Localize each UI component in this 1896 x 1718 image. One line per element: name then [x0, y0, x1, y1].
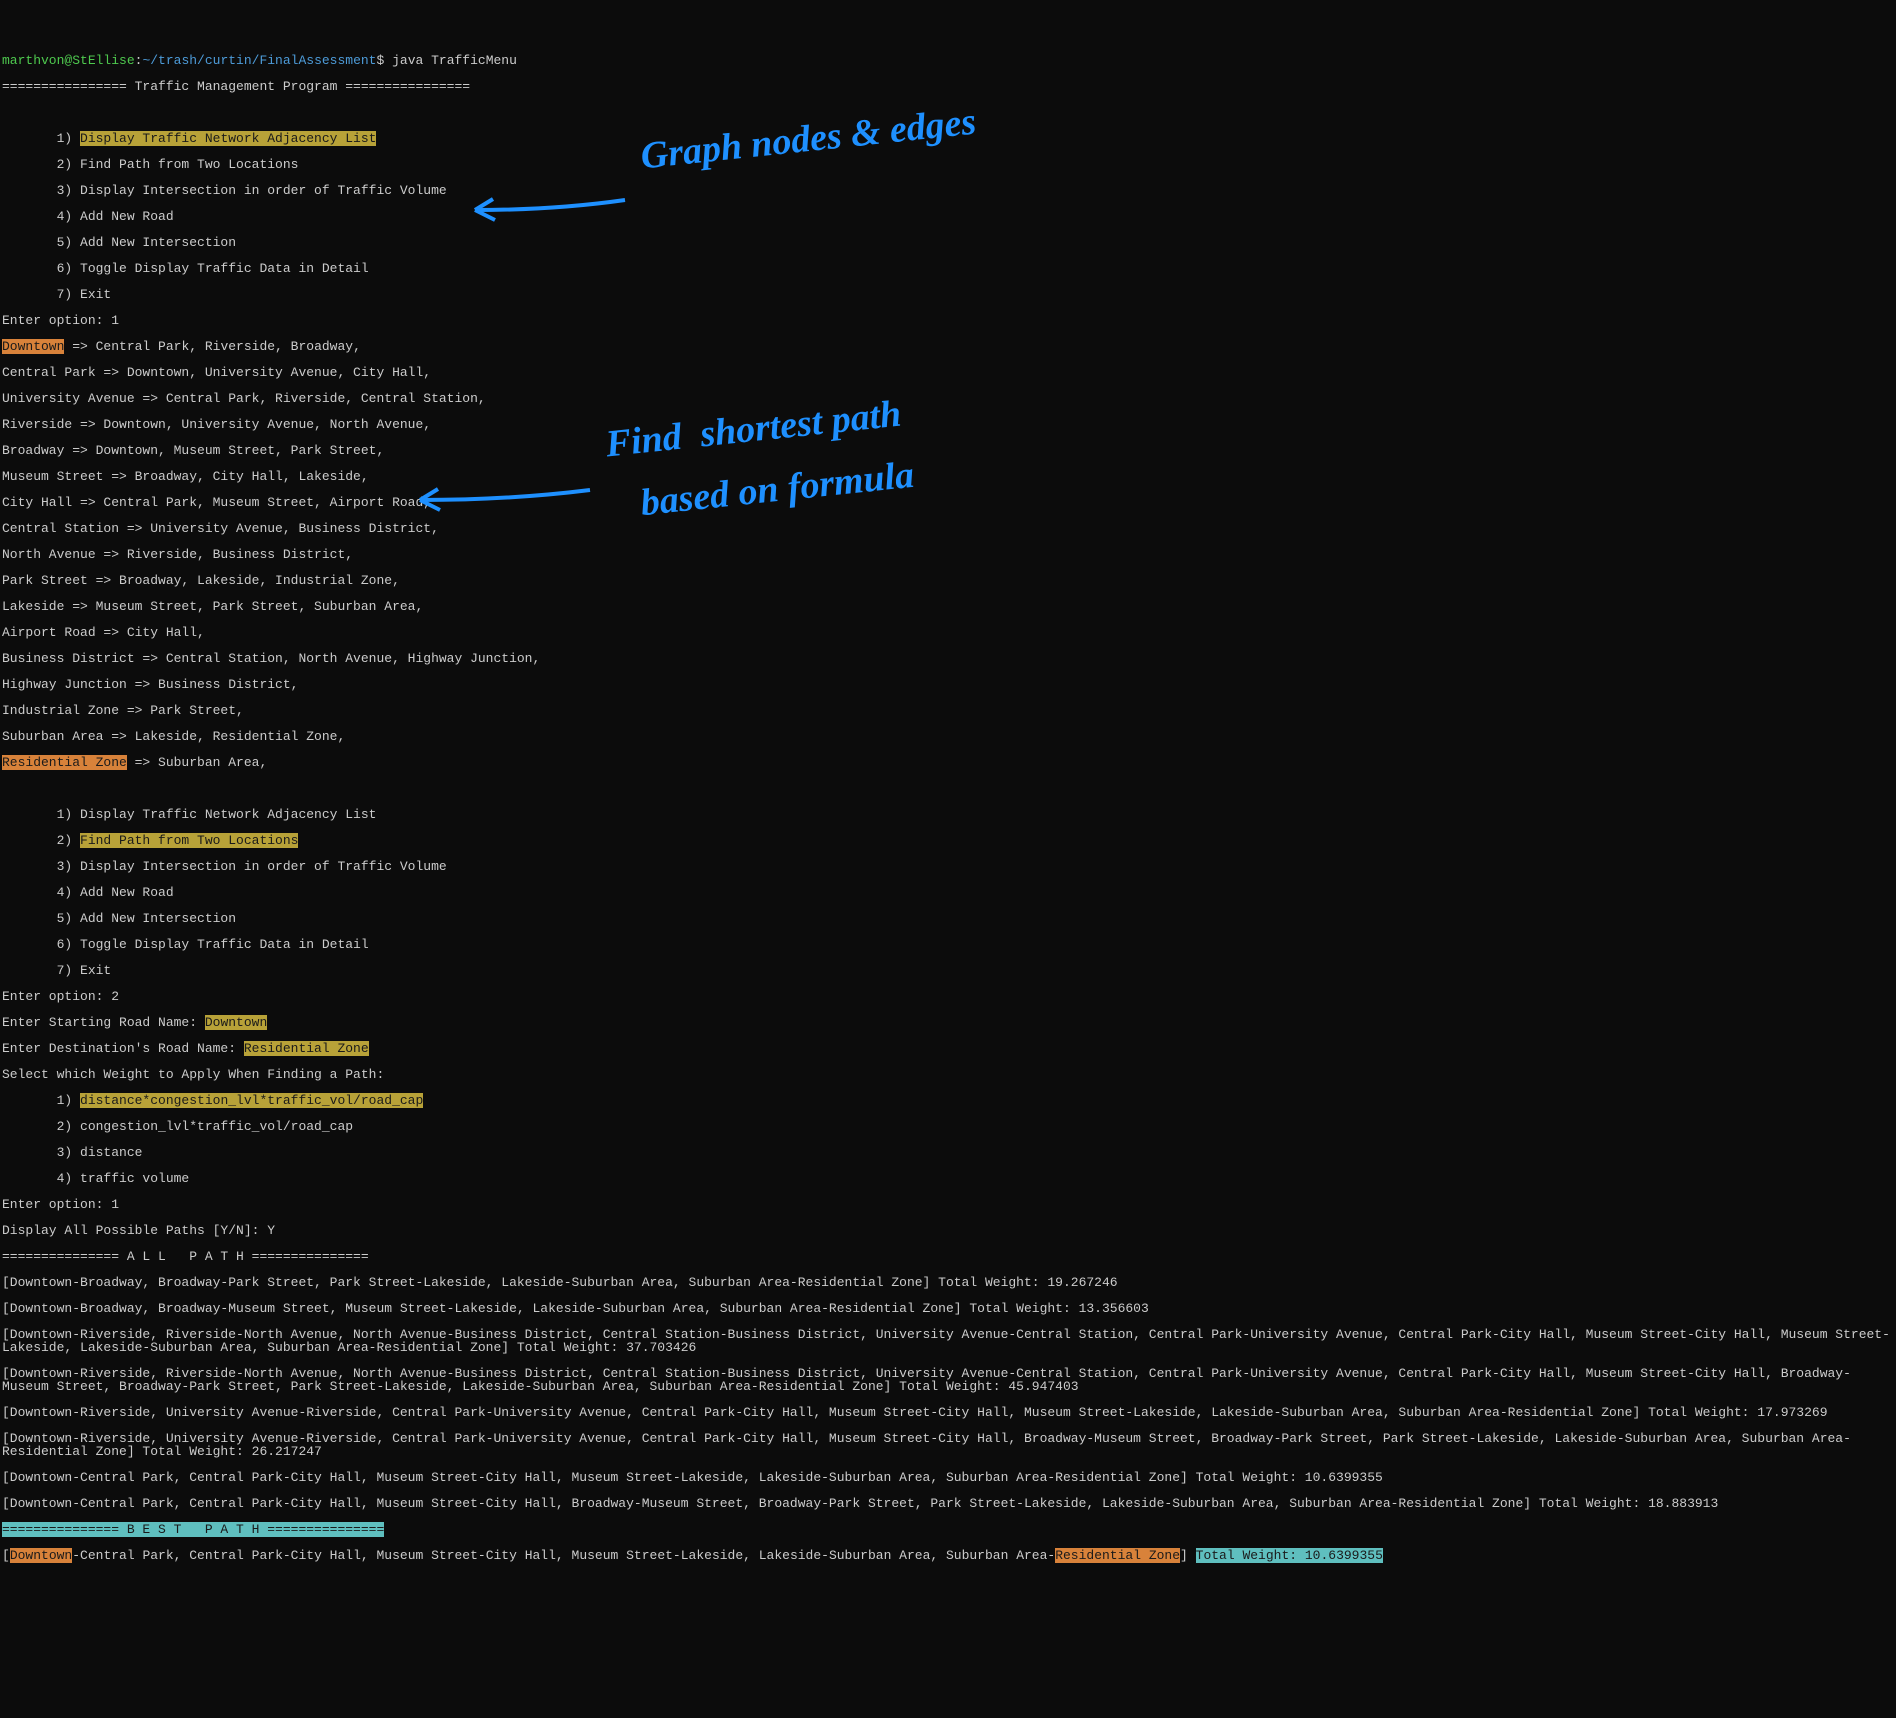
- display-paths: Display All Possible Paths [Y/N]: Y: [2, 1224, 1894, 1237]
- path-7: [Downtown-Central Park, Central Park-Cit…: [2, 1471, 1894, 1484]
- weight-enter: Enter option: 1: [2, 1198, 1894, 1211]
- path-6: [Downtown-Riverside, University Avenue-R…: [2, 1432, 1894, 1458]
- menu1-opt6: 6) Toggle Display Traffic Data in Detail: [2, 262, 1894, 275]
- best-weight-highlight: Total Weight: 10.6399355: [1196, 1548, 1383, 1563]
- adj-l3: University Avenue => Central Park, River…: [2, 392, 1894, 405]
- weight-opt1: 1) distance*congestion_lvl*traffic_vol/r…: [2, 1094, 1894, 1107]
- adj-residential: Residential Zone => Suburban Area,: [2, 756, 1894, 769]
- menu1-opt7: 7) Exit: [2, 288, 1894, 301]
- menu2-opt6: 6) Toggle Display Traffic Data in Detail: [2, 938, 1894, 951]
- best-downtown-highlight: Downtown: [10, 1548, 72, 1563]
- blank-line-2: [2, 782, 1894, 795]
- dest-road-highlight: Residential Zone: [244, 1041, 369, 1056]
- menu1-opt5: 5) Add New Intersection: [2, 236, 1894, 249]
- adj-l13: Business District => Central Station, No…: [2, 652, 1894, 665]
- downtown-highlight: Downtown: [2, 339, 64, 354]
- residential-highlight: Residential Zone: [2, 755, 127, 770]
- menu1-opt4: 4) Add New Road: [2, 210, 1894, 223]
- menu1-opt1-highlight: Display Traffic Network Adjacency List: [80, 131, 376, 146]
- menu2-opt7: 7) Exit: [2, 964, 1894, 977]
- best-residential-highlight: Residential Zone: [1055, 1548, 1180, 1563]
- weight-opt4: 4) traffic volume: [2, 1172, 1894, 1185]
- start-road-highlight: Downtown: [205, 1015, 267, 1030]
- bestpath-header: =============== B E S T P A T H ========…: [2, 1523, 1894, 1536]
- program-header: ================ Traffic Management Prog…: [2, 80, 1894, 93]
- weight-opt1-highlight: distance*congestion_lvl*traffic_vol/road…: [80, 1093, 423, 1108]
- menu2-opt2-highlight: Find Path from Two Locations: [80, 833, 298, 848]
- adj-l11: Lakeside => Museum Street, Park Street, …: [2, 600, 1894, 613]
- menu1-opt1: 1) Display Traffic Network Adjacency Lis…: [2, 132, 1894, 145]
- path-1: [Downtown-Broadway, Broadway-Park Street…: [2, 1276, 1894, 1289]
- menu2-opt4: 4) Add New Road: [2, 886, 1894, 899]
- adj-downtown: Downtown => Central Park, Riverside, Bro…: [2, 340, 1894, 353]
- path-3: [Downtown-Riverside, Riverside-North Ave…: [2, 1328, 1894, 1354]
- adj-l9: North Avenue => Riverside, Business Dist…: [2, 548, 1894, 561]
- weight-opt2: 2) congestion_lvl*traffic_vol/road_cap: [2, 1120, 1894, 1133]
- adj-l4: Riverside => Downtown, University Avenue…: [2, 418, 1894, 431]
- adj-l16: Suburban Area => Lakeside, Residential Z…: [2, 730, 1894, 743]
- adj-l6: Museum Street => Broadway, City Hall, La…: [2, 470, 1894, 483]
- adj-l14: Highway Junction => Business District,: [2, 678, 1894, 691]
- terminal-prompt-line: marthvon@StEllise:~/trash/curtin/FinalAs…: [2, 54, 1894, 67]
- allpath-header: =============== A L L P A T H ==========…: [2, 1250, 1894, 1263]
- blank-line: [2, 106, 1894, 119]
- menu1-enter: Enter option: 1: [2, 314, 1894, 327]
- menu1-opt2: 2) Find Path from Two Locations: [2, 158, 1894, 171]
- adj-l12: Airport Road => City Hall,: [2, 626, 1894, 639]
- path-2: [Downtown-Broadway, Broadway-Museum Stre…: [2, 1302, 1894, 1315]
- weight-prompt: Select which Weight to Apply When Findin…: [2, 1068, 1894, 1081]
- menu2-opt5: 5) Add New Intersection: [2, 912, 1894, 925]
- adj-l8: Central Station => University Avenue, Bu…: [2, 522, 1894, 535]
- path-8: [Downtown-Central Park, Central Park-Cit…: [2, 1497, 1894, 1510]
- best-path-line: [Downtown-Central Park, Central Park-Cit…: [2, 1549, 1894, 1562]
- menu2-enter: Enter option: 2: [2, 990, 1894, 1003]
- adj-l7: City Hall => Central Park, Museum Street…: [2, 496, 1894, 509]
- prompt-sep2: $: [376, 53, 392, 68]
- menu2-opt2: 2) Find Path from Two Locations: [2, 834, 1894, 847]
- start-road: Enter Starting Road Name: Downtown: [2, 1016, 1894, 1029]
- prompt-command: java TrafficMenu: [392, 53, 517, 68]
- dest-road: Enter Destination's Road Name: Residenti…: [2, 1042, 1894, 1055]
- adj-l15: Industrial Zone => Park Street,: [2, 704, 1894, 717]
- menu2-opt3: 3) Display Intersection in order of Traf…: [2, 860, 1894, 873]
- prompt-user-host: marthvon@StEllise: [2, 53, 135, 68]
- menu1-opt3: 3) Display Intersection in order of Traf…: [2, 184, 1894, 197]
- weight-opt3: 3) distance: [2, 1146, 1894, 1159]
- path-5: [Downtown-Riverside, University Avenue-R…: [2, 1406, 1894, 1419]
- menu2-opt1: 1) Display Traffic Network Adjacency Lis…: [2, 808, 1894, 821]
- path-4: [Downtown-Riverside, Riverside-North Ave…: [2, 1367, 1894, 1393]
- adj-l10: Park Street => Broadway, Lakeside, Indus…: [2, 574, 1894, 587]
- adj-l2: Central Park => Downtown, University Ave…: [2, 366, 1894, 379]
- prompt-path: ~/trash/curtin/FinalAssessment: [142, 53, 376, 68]
- annotation-shortest-path-2: based on formula: [639, 456, 916, 522]
- adj-l5: Broadway => Downtown, Museum Street, Par…: [2, 444, 1894, 457]
